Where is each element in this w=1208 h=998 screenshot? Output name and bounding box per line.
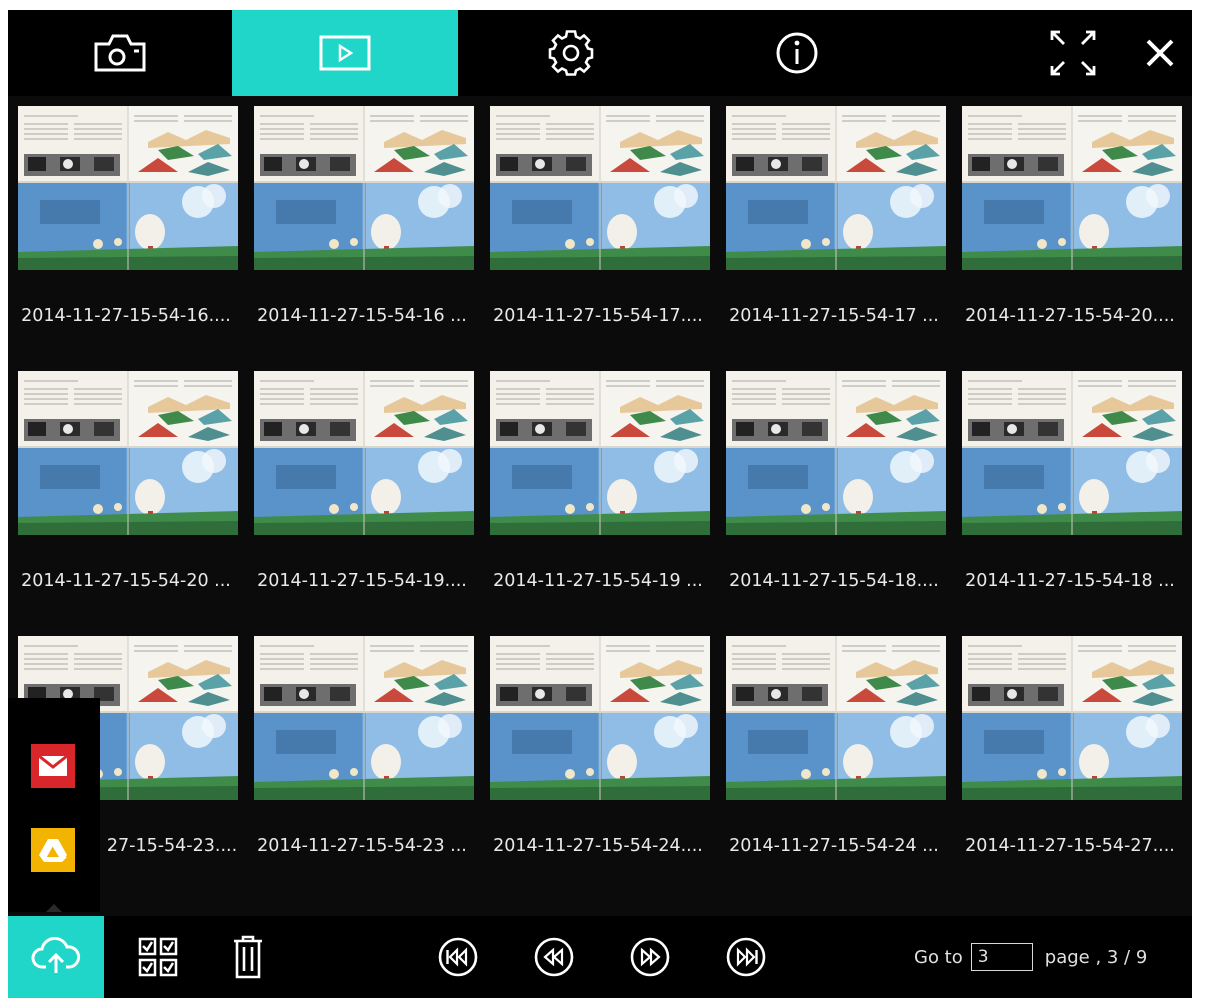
goto-page-input[interactable] (970, 943, 1033, 971)
select-all-button[interactable] (126, 916, 190, 998)
tab-info[interactable] (684, 10, 910, 96)
thumbnail-item[interactable]: 2014-11-27-15-54-18.... (716, 361, 952, 626)
thumbnail-caption: 2014-11-27-15-54-18.... (729, 571, 939, 591)
bottom-toolbar: Go to page , 3 / 9 (8, 916, 1192, 998)
thumbnail-image[interactable] (18, 371, 238, 535)
thumbnail-image[interactable] (962, 636, 1182, 800)
close-icon (1146, 39, 1174, 67)
last-page-button[interactable] (720, 916, 772, 998)
fullscreen-button[interactable] (1038, 10, 1108, 96)
previous-page-button[interactable] (528, 916, 580, 998)
close-button[interactable] (1128, 10, 1192, 96)
tab-camera[interactable] (8, 10, 232, 96)
thumbnail-item[interactable]: 2014-11-27-15-54-19 ... (480, 361, 716, 626)
thumbnail-caption: 2014-11-27-15-54-16.... (21, 306, 231, 326)
thumbnail-image[interactable] (726, 371, 946, 535)
thumbnail-item[interactable]: 2014-11-27-15-54-24 ... (716, 626, 952, 891)
thumbnail-caption: 2014-11-27-15-54-24.... (493, 836, 703, 856)
thumbnail-image[interactable] (254, 636, 474, 800)
thumbnail-caption: 2014-11-27-15-54-23 ... (257, 836, 467, 856)
thumbnail-item[interactable]: 2014-11-27-15-54-20 ... (8, 361, 244, 626)
first-page-icon (438, 937, 478, 977)
thumbnail-image[interactable] (254, 106, 474, 270)
next-page-button[interactable] (624, 916, 676, 998)
thumbnail-image[interactable] (726, 106, 946, 270)
thumbnail-caption: 2014-11-27-15-54-18 ... (965, 571, 1175, 591)
thumbnail-item[interactable]: 2014-11-27-15-54-16.... (8, 96, 244, 361)
gear-icon (548, 30, 594, 76)
thumbnail-caption: 2014-11-27-15-54-17 ... (729, 306, 939, 326)
thumbnail-image[interactable] (490, 636, 710, 800)
app-window: 2014-11-27-15-54-16.... 2014-11-27-15-54… (8, 10, 1192, 998)
previous-page-icon (534, 937, 574, 977)
goto-page: Go to page , 3 / 9 (914, 938, 1147, 976)
thumbnail-item[interactable]: 2014-11-27-15-54-20.... (952, 96, 1188, 361)
google-drive-icon (39, 839, 67, 862)
first-page-button[interactable] (432, 916, 484, 998)
thumbnail-caption: 2014-11-27-15-54-17.... (493, 306, 703, 326)
camera-icon (94, 34, 146, 72)
share-drive-button[interactable] (31, 828, 75, 872)
thumbnail-image[interactable] (490, 371, 710, 535)
thumbnail-item[interactable]: 2014-11-27-15-54-16 ... (244, 96, 480, 361)
thumbnail-image[interactable] (490, 106, 710, 270)
share-menu (8, 698, 100, 912)
thumbnail-image[interactable] (962, 106, 1182, 270)
thumbnail-caption: 2014-11-27-15-54-20.... (965, 306, 1175, 326)
share-email-button[interactable] (31, 744, 75, 788)
fullscreen-icon (1050, 30, 1096, 76)
page-indicator: page , 3 / 9 (1044, 946, 1148, 968)
thumbnail-caption: 2014-11-27-15-54-19.... (257, 571, 467, 591)
thumbnail-caption: 27-15-54-23.... (106, 836, 238, 856)
top-toolbar (8, 10, 1192, 96)
tab-settings[interactable] (458, 10, 684, 96)
thumbnail-image[interactable] (726, 636, 946, 800)
thumbnail-caption: 2014-11-27-15-54-24 ... (729, 836, 939, 856)
goto-label: Go to (914, 946, 963, 968)
select-all-icon (138, 937, 178, 977)
thumbnail-item[interactable]: 2014-11-27-15-54-24.... (480, 626, 716, 891)
upload-button[interactable] (8, 916, 104, 998)
thumbnail-image[interactable] (254, 371, 474, 535)
thumbnail-image[interactable] (18, 106, 238, 270)
thumbnail-item[interactable]: 2014-11-27-15-54-17.... (480, 96, 716, 361)
thumbnail-caption: 2014-11-27-15-54-16 ... (257, 306, 467, 326)
cloud-upload-icon (31, 937, 81, 973)
thumbnail-item[interactable]: 2014-11-27-15-54-23 ... (244, 626, 480, 891)
next-page-icon (630, 937, 670, 977)
thumbnail-item[interactable]: 2014-11-27-15-54-27.... (952, 626, 1188, 891)
trash-icon (234, 935, 262, 979)
delete-button[interactable] (218, 916, 278, 998)
thumbnail-item[interactable]: 2014-11-27-15-54-19.... (244, 361, 480, 626)
tab-play[interactable] (232, 10, 458, 96)
last-page-icon (726, 937, 766, 977)
thumbnail-image[interactable] (962, 371, 1182, 535)
email-icon (38, 755, 68, 776)
play-icon (319, 35, 371, 71)
share-menu-pointer (46, 904, 62, 912)
thumbnail-item[interactable]: 2014-11-27-15-54-18 ... (952, 361, 1188, 626)
thumbnail-caption: 2014-11-27-15-54-19 ... (493, 571, 703, 591)
thumbnail-caption: 2014-11-27-15-54-27.... (965, 836, 1175, 856)
thumbnail-caption: 2014-11-27-15-54-20 ... (21, 571, 231, 591)
thumbnail-item[interactable]: 2014-11-27-15-54-17 ... (716, 96, 952, 361)
info-icon (776, 32, 818, 74)
